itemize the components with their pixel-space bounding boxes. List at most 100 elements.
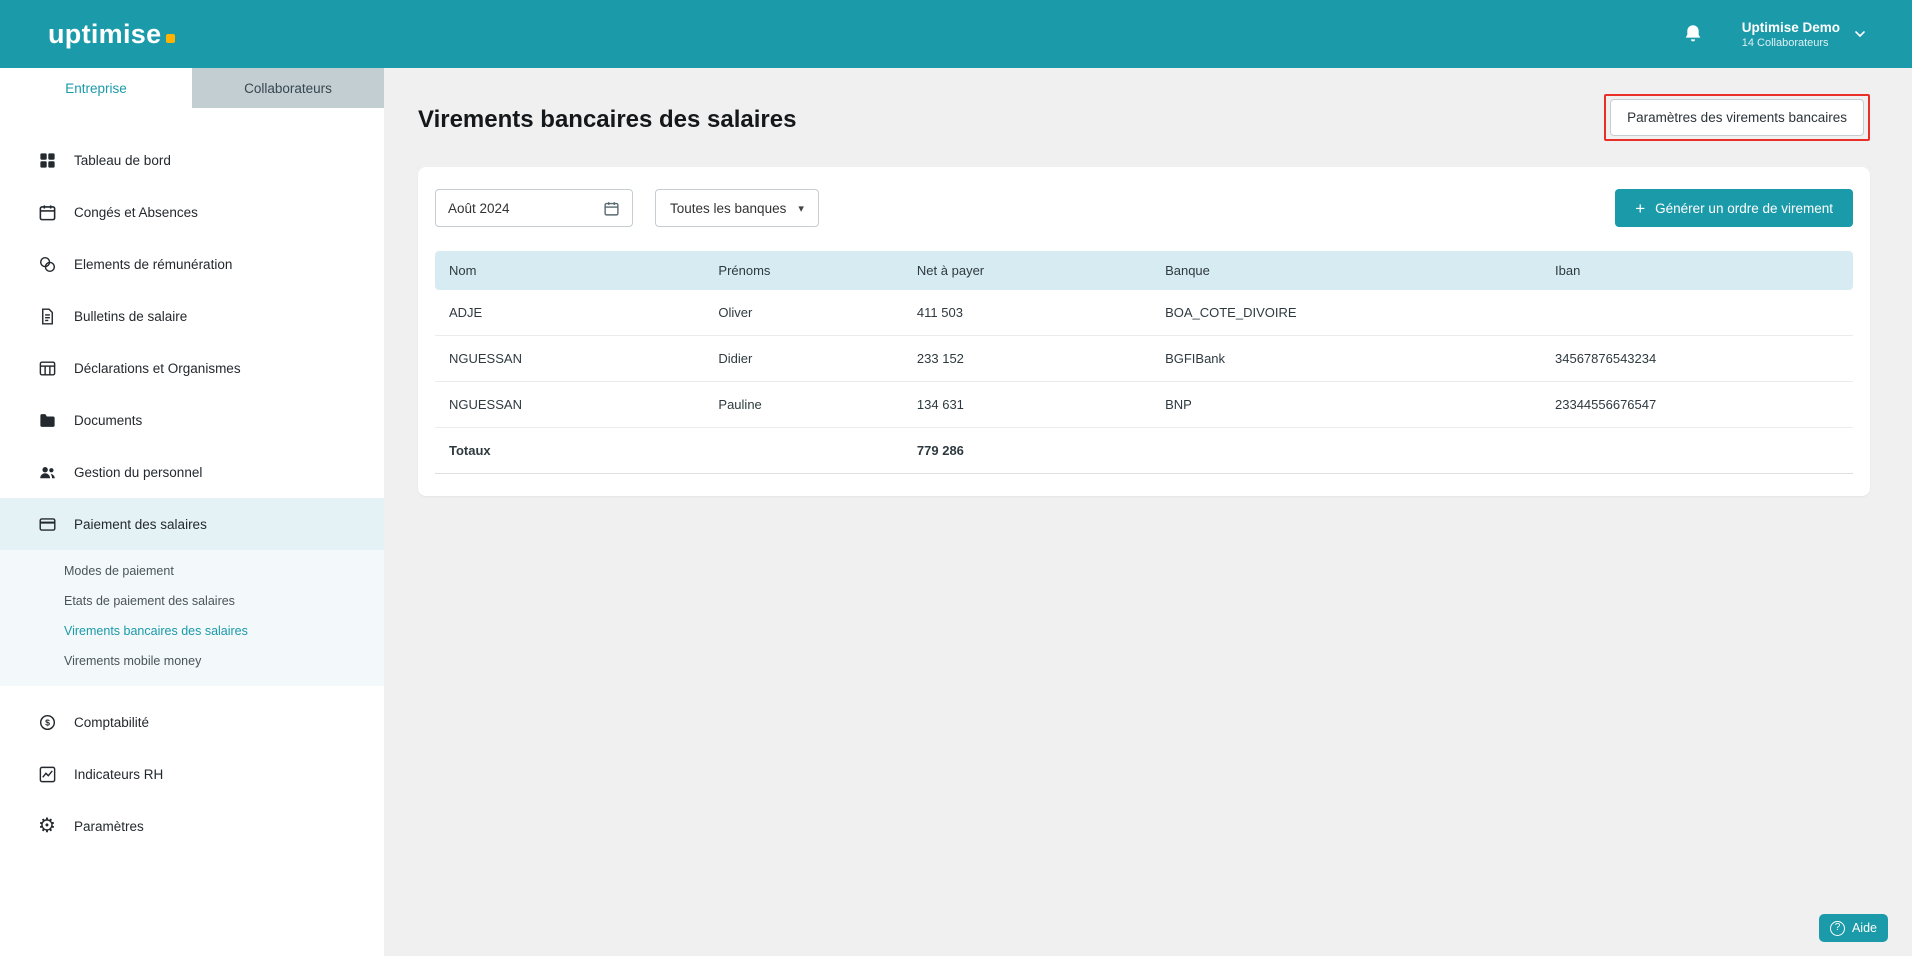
cell-iban: 23344556676547: [1541, 382, 1853, 428]
cell-banque: BGFIBank: [1151, 336, 1541, 382]
column-header-prenoms: Prénoms: [704, 251, 903, 290]
help-button-label: Aide: [1852, 921, 1877, 935]
transfers-table: Nom Prénoms Net à payer Banque Iban ADJE…: [435, 251, 1853, 474]
sidebar-item-label: Elements de rémunération: [74, 257, 232, 272]
cell-net: 411 503: [903, 290, 1151, 336]
folder-icon: [36, 409, 58, 431]
subitem-virements-mobile-money[interactable]: Virements mobile money: [0, 646, 384, 676]
sidebar-item-label: Paiement des salaires: [74, 517, 207, 532]
cell-iban: [1541, 290, 1853, 336]
cell-nom: NGUESSAN: [435, 382, 704, 428]
card-icon: [36, 513, 58, 535]
sidebar-item-documents[interactable]: Documents: [0, 394, 384, 446]
month-picker-value: Août 2024: [448, 201, 510, 216]
calendar-icon: [36, 201, 58, 223]
app-header: uptimise Uptimise Demo 14 Collaborateurs: [0, 0, 1912, 68]
generate-transfer-order-button[interactable]: + Générer un ordre de virement: [1615, 189, 1853, 227]
cell-prenoms: Oliver: [704, 290, 903, 336]
grid-icon: [36, 149, 58, 171]
annotation-highlight: Paramètres des virements bancaires: [1604, 94, 1870, 141]
subitem-modes-de-paiement[interactable]: Modes de paiement: [0, 556, 384, 586]
sidebar-item-label: Documents: [74, 413, 142, 428]
transfers-card: Août 2024 Toutes les banques ▾ + Générer…: [418, 167, 1870, 496]
totals-empty: [1151, 428, 1541, 474]
calendar-input-icon[interactable]: [603, 200, 620, 217]
cell-nom: ADJE: [435, 290, 704, 336]
column-header-iban: Iban: [1541, 251, 1853, 290]
main-content: Virements bancaires des salaires Paramèt…: [384, 68, 1912, 956]
sidebar-item-indicateurs-rh[interactable]: Indicateurs RH: [0, 748, 384, 800]
chevron-down-icon[interactable]: [1852, 26, 1868, 42]
sidebar-item-comptabilite[interactable]: $ Comptabilité: [0, 696, 384, 748]
tab-entreprise[interactable]: Entreprise: [0, 68, 192, 108]
bank-filter-dropdown[interactable]: Toutes les banques ▾: [655, 189, 819, 227]
month-picker[interactable]: Août 2024: [435, 189, 633, 227]
sidebar-item-label: Indicateurs RH: [74, 767, 163, 782]
help-icon: ?: [1830, 921, 1845, 936]
column-header-nom: Nom: [435, 251, 704, 290]
sidebar-item-declarations-et-organismes[interactable]: Déclarations et Organismes: [0, 342, 384, 394]
totals-empty: [1541, 428, 1853, 474]
cell-banque: BNP: [1151, 382, 1541, 428]
sidebar-item-label: Gestion du personnel: [74, 465, 202, 480]
sidebar-item-parametres[interactable]: ⚙ Paramètres: [0, 800, 384, 852]
sidebar-item-gestion-du-personnel[interactable]: Gestion du personnel: [0, 446, 384, 498]
table-row: ADJE Oliver 411 503 BOA_COTE_DIVOIRE: [435, 290, 1853, 336]
totals-row: Totaux 779 286: [435, 428, 1853, 474]
column-header-net-a-payer: Net à payer: [903, 251, 1151, 290]
cell-net: 134 631: [903, 382, 1151, 428]
gear-icon: ⚙: [36, 815, 58, 837]
table-icon: [36, 357, 58, 379]
user-subtitle: 14 Collaborateurs: [1742, 37, 1840, 49]
sidebar-item-paiement-des-salaires[interactable]: Paiement des salaires: [0, 498, 384, 550]
sidebar-item-label: Paramètres: [74, 819, 144, 834]
sidebar-item-label: Déclarations et Organismes: [74, 361, 241, 376]
sidebar-item-label: Congés et Absences: [74, 205, 198, 220]
document-icon: [36, 305, 58, 327]
totals-label: Totaux: [435, 428, 704, 474]
page-title: Virements bancaires des salaires: [418, 106, 796, 134]
dropdown-caret-icon: ▾: [798, 202, 804, 215]
table-row: NGUESSAN Didier 233 152 BGFIBank 3456787…: [435, 336, 1853, 382]
totals-empty: [704, 428, 903, 474]
sidebar-item-elements-de-remuneration[interactable]: Elements de rémunération: [0, 238, 384, 290]
svg-text:$: $: [45, 717, 50, 727]
paiement-submenu: Modes de paiement Etats de paiement des …: [0, 550, 384, 686]
bank-filter-value: Toutes les banques: [670, 201, 786, 216]
cell-net: 233 152: [903, 336, 1151, 382]
coins-icon: [36, 253, 58, 275]
help-button[interactable]: ? Aide: [1819, 914, 1888, 942]
sidebar-item-label: Comptabilité: [74, 715, 149, 730]
chart-icon: [36, 763, 58, 785]
plus-icon: +: [1635, 200, 1645, 217]
cell-nom: NGUESSAN: [435, 336, 704, 382]
people-icon: [36, 461, 58, 483]
user-name: Uptimise Demo: [1742, 20, 1840, 35]
sidebar-item-conges-et-absences[interactable]: Congés et Absences: [0, 186, 384, 238]
logo-mark-icon: [166, 34, 175, 43]
user-menu[interactable]: Uptimise Demo 14 Collaborateurs: [1742, 20, 1868, 49]
sidebar-item-tableau-de-bord[interactable]: Tableau de bord: [0, 134, 384, 186]
bell-icon[interactable]: [1682, 23, 1704, 45]
sidebar-item-bulletins-de-salaire[interactable]: Bulletins de salaire: [0, 290, 384, 342]
table-header-row: Nom Prénoms Net à payer Banque Iban: [435, 251, 1853, 290]
table-row: NGUESSAN Pauline 134 631 BNP 23344556676…: [435, 382, 1853, 428]
sidebar-item-label: Tableau de bord: [74, 153, 171, 168]
sidebar-tabs: Entreprise Collaborateurs: [0, 68, 384, 108]
generate-transfer-order-label: Générer un ordre de virement: [1655, 201, 1833, 216]
sidebar: Entreprise Collaborateurs Tableau de bor…: [0, 68, 384, 956]
sidebar-item-label: Bulletins de salaire: [74, 309, 187, 324]
totals-value: 779 286: [903, 428, 1151, 474]
logo-text: uptimise: [48, 19, 161, 50]
subitem-etats-de-paiement[interactable]: Etats de paiement des salaires: [0, 586, 384, 616]
cell-prenoms: Pauline: [704, 382, 903, 428]
cell-banque: BOA_COTE_DIVOIRE: [1151, 290, 1541, 336]
cell-prenoms: Didier: [704, 336, 903, 382]
subitem-virements-bancaires[interactable]: Virements bancaires des salaires: [0, 616, 384, 646]
transfer-settings-button[interactable]: Paramètres des virements bancaires: [1610, 99, 1864, 136]
tab-collaborateurs[interactable]: Collaborateurs: [192, 68, 384, 108]
column-header-banque: Banque: [1151, 251, 1541, 290]
dollar-icon: $: [36, 711, 58, 733]
cell-iban: 34567876543234: [1541, 336, 1853, 382]
logo: uptimise: [48, 19, 175, 50]
